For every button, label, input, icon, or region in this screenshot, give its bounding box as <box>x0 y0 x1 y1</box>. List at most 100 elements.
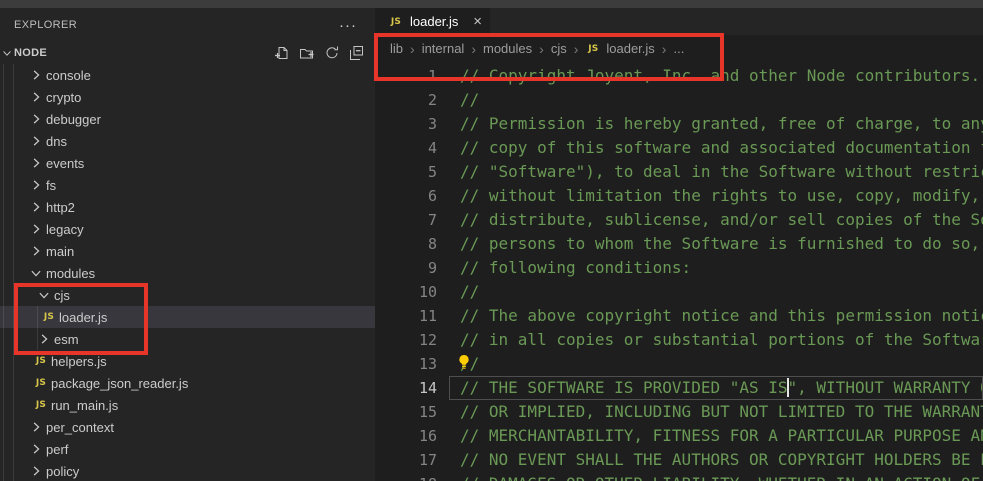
tree-item-perf[interactable]: perf <box>0 438 375 460</box>
tree-item-run-main-js[interactable]: JSrun_main.js <box>0 394 375 416</box>
tree-item-debugger[interactable]: debugger <box>0 108 375 130</box>
code-line-10[interactable]: 10 // <box>375 280 983 304</box>
code-line-11[interactable]: 11// The above copyright notice and this… <box>375 304 983 328</box>
tab-loader-js[interactable]: JS loader.js × <box>375 8 490 35</box>
node-section-header[interactable]: NODE <box>0 42 375 64</box>
code-line-6[interactable]: 6// without limitation the rights to use… <box>375 184 983 208</box>
explorer-header: EXPLORER ··· <box>0 8 375 42</box>
code-line-1[interactable]: 1 // Copyright Joyent, Inc. and other Nod… <box>375 64 983 88</box>
code-area[interactable]: 1 // Copyright Joyent, Inc. and other Nod… <box>375 62 983 481</box>
line-number: 15 <box>375 400 437 424</box>
code-line-18[interactable]: 18 // DAMAGES OR OTHER LIABILITY, WHETHER… <box>375 472 983 481</box>
code-text: // <box>460 280 479 304</box>
line-number: 5 <box>375 160 437 184</box>
line-number: 10 <box>375 280 437 304</box>
tree-item-helpers-js[interactable]: JShelpers.js <box>0 350 375 372</box>
new-file-icon[interactable] <box>274 45 290 61</box>
collapse-all-icon[interactable] <box>349 45 365 61</box>
tree-item-events[interactable]: events <box>0 152 375 174</box>
code-text: // without limitation the rights to use,… <box>460 184 983 208</box>
code-line-17[interactable]: 17// NO EVENT SHALL THE AUTHORS OR COPYR… <box>375 448 983 472</box>
code-line-15[interactable]: 15 // OR IMPLIED, INCLUDING BUT NOT LIMIT… <box>375 400 983 424</box>
tree-item-main[interactable]: main <box>0 240 375 262</box>
file-tree: console crypto debuggerdnseventsfshttp2 leg… <box>0 64 375 481</box>
tree-item-cjs[interactable]: cjs <box>0 284 375 306</box>
breadcrumb-item--[interactable]: ... <box>673 41 684 56</box>
code-text: // The above copyright notice and this p… <box>460 304 983 328</box>
chevron-right-icon <box>28 133 44 149</box>
tree-item-legacy[interactable]: legacy <box>0 218 375 240</box>
line-number: 17 <box>375 448 437 472</box>
code-text: // MERCHANTABILITY, FITNESS FOR A PARTIC… <box>460 424 983 448</box>
tree-item-policy[interactable]: policy <box>0 460 375 481</box>
line-number: 18 <box>375 472 437 481</box>
tree-item-crypto[interactable]: crypto <box>0 86 375 108</box>
chevron-down-icon <box>28 265 44 281</box>
line-number: 3 <box>375 112 437 136</box>
chevron-right-icon <box>28 177 44 193</box>
line-number: 13 <box>375 352 437 376</box>
refresh-icon[interactable] <box>324 45 340 61</box>
line-number: 4 <box>375 136 437 160</box>
line-number: 1 <box>375 64 437 88</box>
tab-bar: JS loader.js × <box>375 8 983 35</box>
tree-item-label: perf <box>46 442 68 457</box>
chevron-right-icon <box>28 221 44 237</box>
tree-item-loader-js[interactable]: JSloader.js <box>0 306 375 328</box>
more-actions-icon[interactable]: ··· <box>339 17 357 34</box>
code-line-7[interactable]: 7// distribute, sublicense, and/or sell … <box>375 208 983 232</box>
chevron-right-icon <box>28 243 44 259</box>
tree-item-package-json-reader-js[interactable]: JSpackage_json_reader.js <box>0 372 375 394</box>
breadcrumb-item-cjs[interactable]: cjs <box>551 41 567 56</box>
breadcrumb-separator: › <box>539 41 544 57</box>
tree-item-modules[interactable]: modules <box>0 262 375 284</box>
tree-item-console[interactable]: console <box>0 64 375 86</box>
section-title: NODE <box>14 47 47 59</box>
breadcrumb-separator: › <box>574 41 579 57</box>
code-line-3[interactable]: 3// Permission is hereby granted, free o… <box>375 112 983 136</box>
breadcrumb-item-lib[interactable]: lib <box>390 41 403 56</box>
code-line-4[interactable]: 4// copy of this software and associated… <box>375 136 983 160</box>
tree-item-dns[interactable]: dns <box>0 130 375 152</box>
tree-item-fs[interactable]: fs <box>0 174 375 196</box>
code-line-8[interactable]: 8// persons to whom the Software is furn… <box>375 232 983 256</box>
breadcrumb-separator: › <box>410 41 415 57</box>
lightbulb-icon[interactable] <box>456 354 472 371</box>
breadcrumb-item-modules[interactable]: modules <box>483 41 532 56</box>
tree-item-label: esm <box>54 332 79 347</box>
tree-item-label: legacy <box>46 222 84 237</box>
tree-item-esm[interactable]: esm <box>0 328 375 350</box>
js-file-icon: JS <box>41 312 57 322</box>
tree-item-label: cjs <box>54 288 70 303</box>
code-text: // OR IMPLIED, INCLUDING BUT NOT LIMITED… <box>460 400 983 424</box>
editor-group: JS loader.js × lib › internal › modules › cjs ›… <box>375 8 983 481</box>
chevron-right-icon <box>28 67 44 83</box>
code-line-16[interactable]: 16 // MERCHANTABILITY, FITNESS FOR A PART… <box>375 424 983 448</box>
code-line-12[interactable]: 12// in all copies or substantial portio… <box>375 328 983 352</box>
tree-item-per-context[interactable]: per_context <box>0 416 375 438</box>
code-line-14[interactable]: 14// THE SOFTWARE IS PROVIDED "AS IS", W… <box>375 376 983 400</box>
new-folder-icon[interactable] <box>299 45 315 61</box>
indent-guide <box>13 64 14 481</box>
chevron-right-icon <box>28 463 44 479</box>
line-number: 16 <box>375 424 437 448</box>
breadcrumb-item-internal[interactable]: internal <box>422 41 465 56</box>
code-line-5[interactable]: 5// "Software"), to deal in the Software… <box>375 160 983 184</box>
line-number: 8 <box>375 232 437 256</box>
titlebar <box>0 0 983 8</box>
tree-item-http2[interactable]: http2 <box>0 196 375 218</box>
code-text: // following conditions: <box>460 256 691 280</box>
code-line-9[interactable]: 9// following conditions: <box>375 256 983 280</box>
breadcrumb-item-loader-js[interactable]: JSloader.js <box>585 41 654 56</box>
tree-item-label: loader.js <box>59 310 107 325</box>
js-file-icon: JS <box>388 17 404 27</box>
code-text: // distribute, sublicense, and/or sell c… <box>460 208 983 232</box>
tree-item-label: crypto <box>46 90 81 105</box>
close-icon[interactable]: × <box>473 14 482 29</box>
indent-guide <box>37 306 38 350</box>
breadcrumb-separator: › <box>662 41 667 57</box>
code-line-2[interactable]: 2// <box>375 88 983 112</box>
chevron-right-icon <box>28 89 44 105</box>
code-text: // Copyright Joyent, Inc. and other Node… <box>460 64 980 88</box>
code-text: // DAMAGES OR OTHER LIABILITY, WHETHER I… <box>460 472 983 481</box>
